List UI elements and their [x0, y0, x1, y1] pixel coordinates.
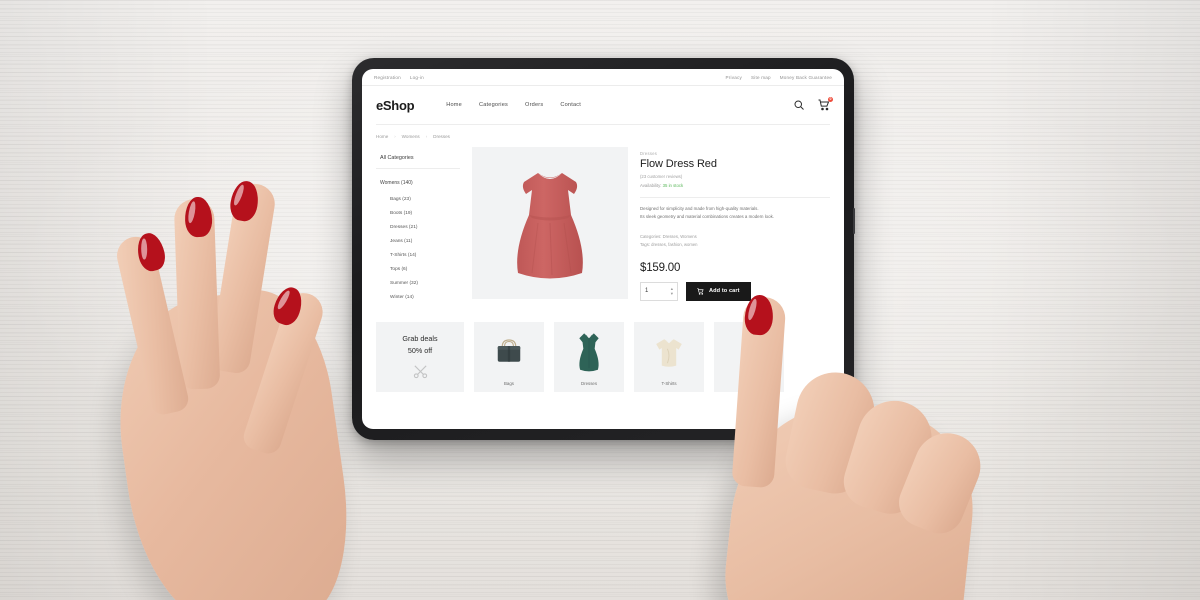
tshirt-image — [653, 330, 685, 374]
product-details: Dresses Flow Dress Red (23 customer revi… — [640, 147, 830, 304]
header-actions: 0 — [793, 97, 833, 111]
product-review-count[interactable]: (23 customer reviews) — [640, 174, 830, 179]
category-sidebar: All Categories Womens (140) Bags (23) Bo… — [376, 147, 460, 304]
sidebar-item-dresses[interactable]: Dresses (21) — [376, 220, 460, 234]
breadcrumb-item-home[interactable]: Home — [376, 134, 388, 139]
sidebar-title: All Categories — [380, 155, 414, 161]
quantity-value[interactable]: 1 — [645, 288, 671, 294]
category-card-label: T-Shirts — [661, 381, 677, 386]
category-card-dresses[interactable]: Dresses — [554, 322, 624, 392]
breadcrumb: Home › Womens › Dresses — [362, 125, 844, 147]
cart-icon[interactable]: 0 — [818, 97, 833, 111]
product-price: $159.00 — [640, 261, 681, 274]
privacy-link[interactable]: Privacy — [726, 75, 742, 80]
promo-line-1: Grab deals — [402, 334, 438, 343]
product-gallery — [472, 147, 628, 304]
category-card-tshirts[interactable]: T-Shirts — [634, 322, 704, 392]
category-card-row: Grab deals 50% off Bags Dresses T-Shirts — [362, 304, 844, 392]
sidebar-item-boots[interactable]: Boots (19) — [376, 206, 460, 220]
sidebar-item-bags[interactable]: Bags (23) — [376, 192, 460, 206]
product-meta: Categories: Dresses, Womens Tags: dresse… — [640, 233, 830, 248]
breadcrumb-item-dresses: Dresses — [433, 134, 450, 139]
chevron-down-icon[interactable]: ▾ — [671, 291, 673, 296]
scissors-icon — [413, 365, 427, 379]
search-icon[interactable] — [793, 99, 805, 111]
site-map-link[interactable]: Site map — [751, 75, 771, 80]
registration-link[interactable]: Registration — [374, 75, 401, 80]
promo-line-2: 50% off — [407, 346, 433, 355]
sidebar-divider — [376, 168, 460, 169]
product-availability: Availability: 35 in stock — [640, 183, 830, 188]
sidebar-item-winter[interactable]: Winter (14) — [376, 290, 460, 304]
product-tags: Tags: dresses, fashion, women — [640, 241, 698, 247]
availability-value: 35 in stock — [662, 183, 684, 188]
sidebar-item-tops[interactable]: Tops (6) — [376, 262, 460, 276]
category-card-label: Bags — [503, 381, 514, 386]
handbag-image — [491, 330, 527, 374]
nav-item-orders[interactable]: Orders — [525, 102, 543, 108]
green-dress-illustration — [579, 333, 599, 372]
nav-item-home[interactable]: Home — [446, 102, 462, 108]
green-dress-image — [575, 330, 603, 374]
sidebar-item-jeans[interactable]: Jeans (11) — [376, 234, 460, 248]
utility-bar: Registration Log-in Privacy Site map Mon… — [362, 69, 844, 86]
money-back-guarantee-link[interactable]: Money Back Guarantee — [780, 75, 832, 80]
category-card-label: Dresses — [580, 381, 598, 386]
nav-item-categories[interactable]: Categories — [479, 102, 508, 108]
sidebar-item-summer[interactable]: Summer (32) — [376, 276, 460, 290]
details-divider — [640, 197, 830, 198]
main-navigation: Home Categories Orders Contact — [446, 102, 581, 108]
product-image[interactable] — [472, 147, 628, 299]
availability-label: Availability: — [640, 183, 662, 188]
nav-item-contact[interactable]: Contact — [560, 102, 581, 108]
product-category-label: Dresses — [640, 151, 658, 156]
add-to-cart-label: Add to cart — [709, 288, 740, 295]
login-link[interactable]: Log-in — [410, 75, 424, 80]
tablet-screen[interactable]: Registration Log-in Privacy Site map Mon… — [362, 69, 844, 429]
quantity-spinner[interactable]: ▴ ▾ — [671, 286, 673, 296]
add-to-cart-button[interactable]: Add to cart — [686, 281, 751, 301]
tablet-device: Registration Log-in Privacy Site map Mon… — [352, 58, 855, 440]
chevron-right-icon: › — [394, 134, 396, 139]
cart-count-badge: 0 — [828, 97, 833, 102]
chevron-up-icon[interactable]: ▴ — [671, 286, 673, 291]
description-line-2: Its sleek geometry and material combinat… — [640, 213, 774, 219]
category-card-bags[interactable]: Bags — [474, 322, 544, 392]
utility-bar-right: Privacy Site map Money Back Guarantee — [726, 75, 832, 80]
chevron-right-icon: › — [425, 134, 428, 139]
logo[interactable]: eShop — [376, 98, 415, 113]
product-description: Designed for simplicity and made from hi… — [640, 205, 830, 220]
cart-icon — [697, 287, 704, 295]
product-categories: Categories: Dresses, Womens — [640, 234, 697, 240]
sidebar-item-tshirts[interactable]: T-Shirts (14) — [376, 248, 460, 262]
description-line-1: Designed for simplicity and made from hi… — [640, 206, 759, 211]
red-dress-illustration — [517, 173, 583, 279]
category-card-partial[interactable] — [714, 322, 784, 392]
handbag-illustration — [497, 339, 521, 362]
sidebar-item-womens[interactable]: Womens (140) — [376, 174, 460, 192]
product-title: Flow Dress Red — [640, 158, 717, 170]
purchase-row: 1 ▴ ▾ Add to cart — [640, 281, 830, 301]
site-header: eShop Home Categories Orders Contact 0 — [362, 86, 844, 124]
breadcrumb-item-womens[interactable]: Womens — [402, 134, 420, 139]
quantity-stepper[interactable]: 1 ▴ ▾ — [640, 281, 678, 301]
tshirt-illustration — [656, 339, 682, 367]
promo-card[interactable]: Grab deals 50% off — [376, 322, 464, 392]
main-content: All Categories Womens (140) Bags (23) Bo… — [362, 147, 844, 304]
utility-bar-left: Registration Log-in — [374, 75, 424, 80]
